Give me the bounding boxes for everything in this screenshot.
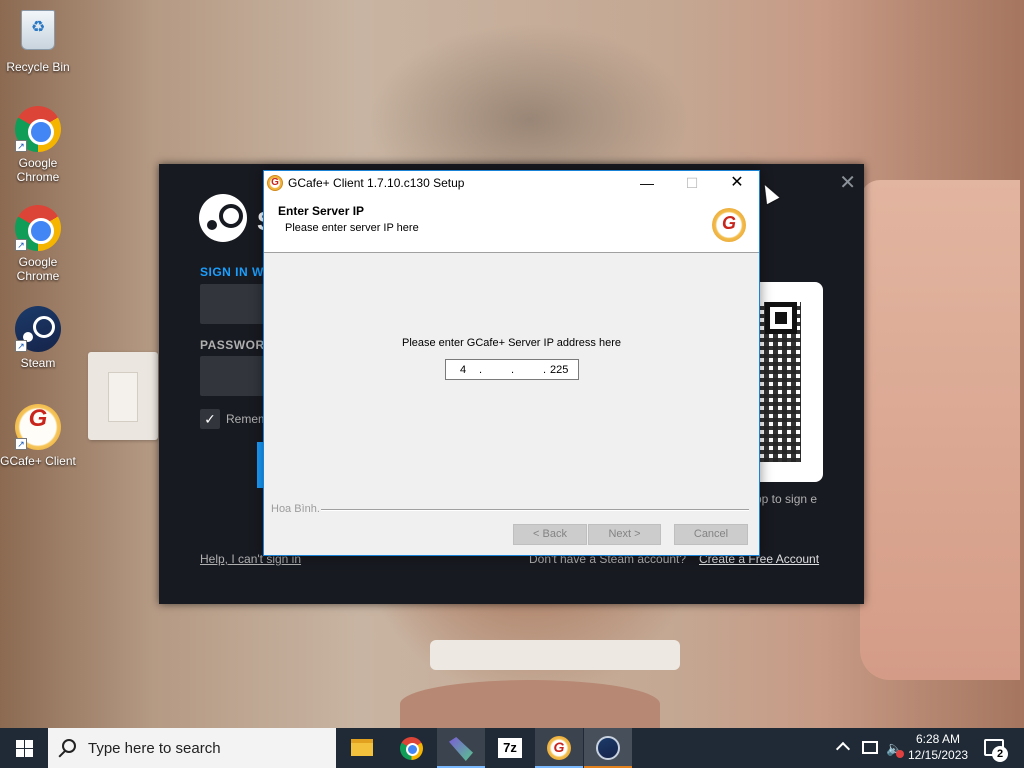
visual-studio-icon: [449, 737, 473, 761]
branding-text: Hoa Bình.: [271, 503, 320, 515]
desktop-icon-label: Steam: [20, 356, 56, 370]
desktop-icon-label: Google Chrome: [16, 255, 60, 283]
steam-sign-in-label: SIGN IN W: [200, 265, 264, 279]
start-button[interactable]: [0, 728, 48, 768]
steam-remember-label: Remem: [226, 412, 269, 426]
taskbar-search-box[interactable]: Type here to search: [48, 728, 336, 768]
7zip-icon: 7z: [498, 738, 522, 758]
gcafe-setup-dialog: GCafe+ Client 1.7.10.c130 Setup — ☐ ✕ En…: [263, 170, 760, 556]
chrome-icon: [400, 737, 423, 760]
shortcut-arrow-icon: ↗: [15, 438, 27, 450]
header-title: Enter Server IP: [278, 204, 365, 218]
search-icon: [62, 739, 76, 753]
wallpaper-chin: [400, 680, 660, 728]
cancel-button[interactable]: Cancel: [674, 524, 748, 545]
server-ip-prompt: Please enter GCafe+ Server IP address he…: [401, 337, 621, 349]
wallpaper-light-switch: [88, 352, 158, 440]
ip-octet-4[interactable]: 225: [550, 364, 568, 376]
dialog-header: Enter Server IP Please enter server IP h…: [264, 195, 759, 253]
divider: [321, 509, 749, 510]
next-button[interactable]: Next >: [588, 524, 661, 545]
taskbar: Type here to search 7z 🔈 6:28 AM 12/15/2…: [0, 728, 1024, 768]
desktop-icon-chrome-1[interactable]: ↗ Google Chrome: [0, 106, 76, 184]
desktop-icon-label: GCafe+ Client: [0, 454, 76, 468]
header-subtitle: Please enter server IP here: [285, 222, 419, 234]
taskbar-app-chrome[interactable]: [388, 728, 436, 768]
taskbar-app-steam[interactable]: [584, 728, 632, 768]
close-icon[interactable]: ✕: [714, 171, 760, 195]
server-ip-input[interactable]: 4 . . . 225: [445, 359, 579, 380]
gcafe-logo-icon: [712, 208, 746, 242]
chrome-icon: ↗: [15, 205, 61, 251]
chevron-up-icon[interactable]: [835, 741, 851, 757]
dialog-title: GCafe+ Client 1.7.10.c130 Setup: [288, 176, 465, 190]
desktop-icon-gcafe[interactable]: ↗ GCafe+ Client: [0, 404, 76, 468]
taskbar-app-file-explorer[interactable]: [338, 728, 386, 768]
steam-qr-code: [755, 282, 823, 482]
back-button[interactable]: < Back: [513, 524, 587, 545]
search-placeholder: Type here to search: [88, 740, 221, 757]
clock-date: 12/15/2023: [908, 748, 969, 762]
steam-app-sign-in-text: pp to sign e: [755, 492, 818, 506]
ip-octet-1[interactable]: 4: [460, 364, 466, 376]
chrome-icon: ↗: [15, 106, 61, 152]
taskbar-app-7zip[interactable]: 7z: [486, 728, 534, 768]
steam-icon: ↗: [15, 306, 61, 352]
desktop-icon-steam[interactable]: ↗ Steam: [0, 306, 76, 370]
recycle-bin-icon: [15, 10, 61, 56]
maximize-icon: ☐: [685, 175, 699, 191]
wallpaper-strip: [430, 640, 680, 670]
network-icon[interactable]: [862, 741, 878, 754]
taskbar-app-visual-studio[interactable]: [437, 728, 485, 768]
volume-muted-badge: [896, 750, 904, 758]
minimize-icon[interactable]: —: [624, 171, 670, 195]
steam-icon: [596, 736, 620, 760]
shortcut-arrow-icon: ↗: [15, 340, 27, 352]
steam-remember-checkbox[interactable]: ✓: [200, 409, 220, 429]
taskbar-clock[interactable]: 6:28 AM 12/15/2023: [908, 731, 968, 763]
wallpaper-towel: [860, 180, 1020, 680]
desktop-icon-chrome-2[interactable]: ↗ Google Chrome: [0, 205, 76, 283]
gcafe-icon: [547, 736, 571, 760]
gcafe-app-icon: [267, 175, 283, 191]
shortcut-arrow-icon: ↗: [15, 239, 27, 251]
steam-username-input[interactable]: [200, 284, 270, 324]
steam-password-input[interactable]: [200, 356, 270, 396]
notification-count-badge: 2: [992, 746, 1008, 762]
steam-logo-icon: [199, 194, 247, 242]
ip-dot: .: [543, 364, 547, 376]
folder-icon: [351, 739, 373, 756]
clock-time: 6:28 AM: [915, 732, 961, 746]
gcafe-icon: ↗: [15, 404, 61, 450]
ip-dot: .: [479, 364, 483, 376]
taskbar-app-gcafe[interactable]: [535, 728, 583, 768]
desktop-icon-label: Recycle Bin: [6, 60, 70, 74]
shortcut-arrow-icon: ↗: [15, 140, 27, 152]
steam-close-icon[interactable]: ✕: [839, 170, 856, 195]
ip-dot: .: [511, 364, 515, 376]
desktop-icon-recycle-bin[interactable]: Recycle Bin: [0, 6, 76, 74]
desktop-icon-label: Google Chrome: [16, 156, 60, 184]
dialog-titlebar[interactable]: GCafe+ Client 1.7.10.c130 Setup — ☐ ✕: [264, 171, 759, 195]
